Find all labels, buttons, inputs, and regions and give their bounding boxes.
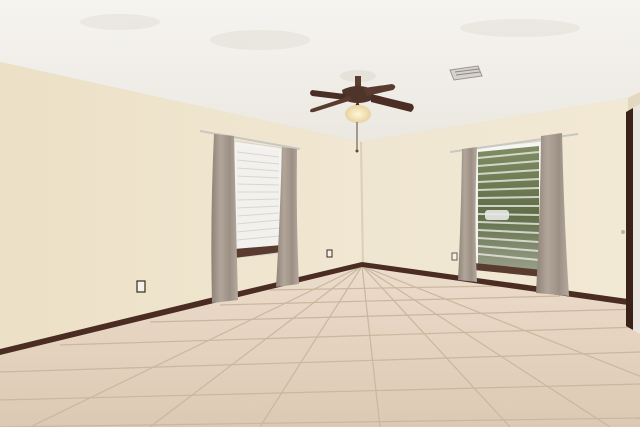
right-window xyxy=(473,140,544,277)
door-knob xyxy=(621,230,625,234)
left-window xyxy=(233,140,283,259)
fan-light xyxy=(345,105,371,123)
outlet-mid xyxy=(326,249,333,258)
room-photo xyxy=(0,0,640,427)
outlet-left xyxy=(136,280,146,293)
room-scene xyxy=(0,0,640,427)
curtain-left-1 xyxy=(211,134,238,303)
outlet-back xyxy=(451,252,458,261)
